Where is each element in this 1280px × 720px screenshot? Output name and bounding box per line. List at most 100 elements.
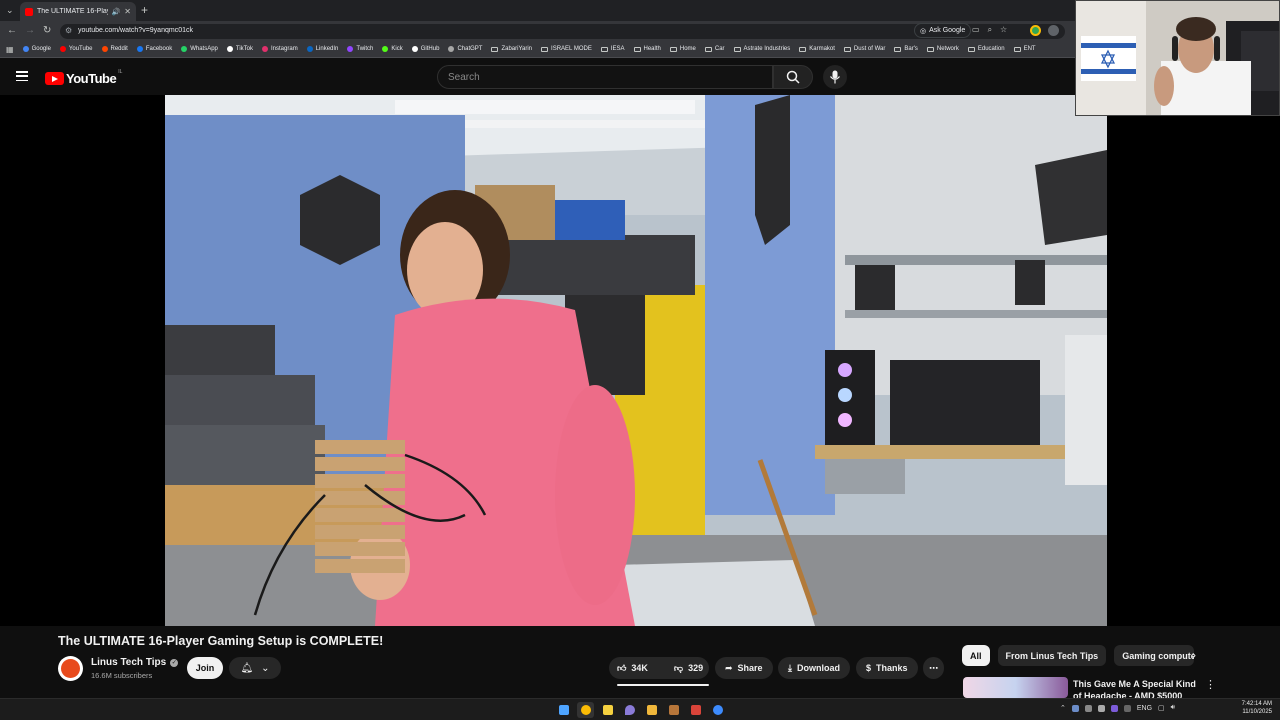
bookmark-item[interactable]: Reddit [101,46,128,52]
bookmark-item[interactable]: Health [633,46,661,52]
start-windows-icon[interactable] [555,702,572,718]
bookmark-item[interactable]: ENT [1013,46,1036,52]
site-info-icon[interactable]: ⚙ [65,26,72,35]
chrome-icon[interactable] [577,702,594,718]
browser-app-icon[interactable] [709,702,726,718]
share-icon: ➦ [725,662,733,673]
bookmark-item[interactable]: Bar's [894,46,918,52]
bookmark-item[interactable]: Instagram [262,46,298,52]
bookmark-item[interactable]: ZabariYarin [491,46,532,52]
recommendation-thumbnail[interactable] [963,677,1068,698]
new-tab-button[interactable]: + [141,3,148,17]
tray-app-icon[interactable] [1110,704,1118,712]
join-button[interactable]: Join [187,657,223,679]
dislike-button[interactable]: 👎︎ 329 [666,657,711,679]
media-app-icon[interactable] [687,702,704,718]
chevron-right-icon[interactable]: › [1192,648,1196,662]
close-tab-icon[interactable]: ✕ [124,7,131,16]
bookmark-item[interactable]: Google [22,46,51,52]
share-button[interactable]: ➦ Share [715,657,773,679]
thumbs-up-icon: 👍︎ [617,662,627,673]
tray-app-icon[interactable] [1123,704,1131,712]
folder-icon [491,46,499,52]
youtube-logo[interactable]: YouTube IL [45,69,122,86]
chip-all[interactable]: All [962,645,990,666]
bookmark-star-icon[interactable]: ☆ [1000,25,1007,35]
chip-from-channel[interactable]: From Linus Tech Tips [997,645,1107,666]
search-input[interactable]: Search [437,65,773,89]
bookmark-item[interactable]: ISRAEL MODE [541,46,592,52]
bookmark-item[interactable]: Kick [382,46,403,52]
tab-title: The ULTIMATE 16-Player Ga [37,8,108,15]
bookmark-item[interactable]: Home [669,46,696,52]
bookmark-item[interactable]: LinkedIn [306,46,338,52]
bookmark-item[interactable]: ChatGPT [448,46,482,52]
bookmark-item[interactable]: Dust of War [843,46,885,52]
youtube-favicon-icon [25,7,33,16]
browser-tab-active[interactable]: The ULTIMATE 16-Player Ga 🔊 ✕ [20,2,136,21]
thanks-button[interactable]: $ Thanks [856,657,918,679]
bookmark-item[interactable]: Education [967,46,1005,52]
folder-icon [600,46,608,52]
webcam-overlay [1075,0,1280,116]
extension-icon[interactable] [1030,25,1041,36]
video-frame[interactable] [165,95,1107,626]
network-icon[interactable]: ▢ [1158,704,1165,712]
bookmark-item[interactable]: Twitch [347,46,373,52]
bookmark-item[interactable]: Network [926,46,959,52]
recommendation-title[interactable]: This Gave Me A Special Kind of Headache … [1073,678,1203,698]
site-favicon-icon [181,46,188,52]
bookmark-label: TikTok [235,46,254,52]
chip-gaming-computers[interactable]: Gaming computers [1114,645,1195,666]
bookmark-item[interactable]: Astrate Industries [733,46,790,52]
bookmark-item[interactable]: Car [704,46,725,52]
speaker-icon[interactable]: 🔊 [112,8,121,16]
subscription-bell-button[interactable]: 🔔︎ ⌄ [229,657,281,679]
taskbar-clock[interactable]: 7:42:14 AM 11/10/2025 [1236,700,1272,716]
bookmark-item[interactable]: Karmakot [799,46,835,52]
file-explorer-icon[interactable] [643,702,660,718]
verified-badge-icon: ✓ [170,658,179,667]
more-vertical-icon[interactable]: ⋮ [1205,678,1216,691]
droplet-app-icon[interactable] [621,702,638,718]
language-indicator[interactable]: ENG [1137,705,1152,712]
bookmark-label: ENT [1023,46,1036,52]
bookmark-item[interactable]: WhatsApp [181,46,218,52]
sticky-notes-icon[interactable] [599,702,616,718]
tray-app-icon[interactable] [1084,704,1092,712]
channel-avatar[interactable] [58,656,83,681]
forward-icon[interactable]: → [25,25,35,36]
video-player[interactable] [0,95,1280,626]
bookmark-item[interactable]: GitHub [411,46,439,52]
voice-search-button[interactable] [823,65,847,89]
bookmark-item[interactable]: IESA [600,46,625,52]
omnibox-actions: ▭ ⌕ ☆ [972,25,1007,35]
download-button[interactable]: ⤓ Download [778,657,850,679]
apps-grid-icon[interactable]: ▦ [6,45,14,54]
channel-name-row[interactable]: Linus Tech Tips ✓ [91,657,179,668]
more-actions-button[interactable]: ⋯ [923,657,944,679]
back-icon[interactable]: ← [7,25,17,36]
menu-icon[interactable] [16,71,28,81]
site-favicon-icon [136,46,143,52]
like-button[interactable]: 👍︎ 34K [609,657,656,679]
bookmark-item[interactable]: TikTok [226,46,254,52]
thumbs-down-icon: 👎︎ [673,662,684,673]
reload-icon[interactable]: ↻ [43,25,51,36]
bookmark-item[interactable]: Facebook [136,46,172,52]
tray-overflow-icon[interactable]: ⌃ [1060,704,1066,712]
bookmark-item[interactable]: YouTube [59,46,93,52]
site-favicon-icon [411,46,418,52]
tray-app-icon[interactable] [1071,704,1079,712]
extensions-icon[interactable] [1048,25,1059,36]
channel-name[interactable]: Linus Tech Tips [91,657,166,668]
install-app-icon[interactable]: ▭ [972,25,980,35]
zoom-icon[interactable]: ⌕ [988,25,992,35]
tray-app-icon[interactable] [1097,704,1105,712]
search-button[interactable] [773,65,813,89]
folder-icon [894,46,902,52]
volume-icon[interactable]: 🔊︎ [1171,704,1175,712]
ask-google-button[interactable]: ◎ Ask Google [914,23,972,38]
game-app-icon[interactable] [665,702,682,718]
tab-search-icon[interactable]: ⌄ [6,5,14,16]
